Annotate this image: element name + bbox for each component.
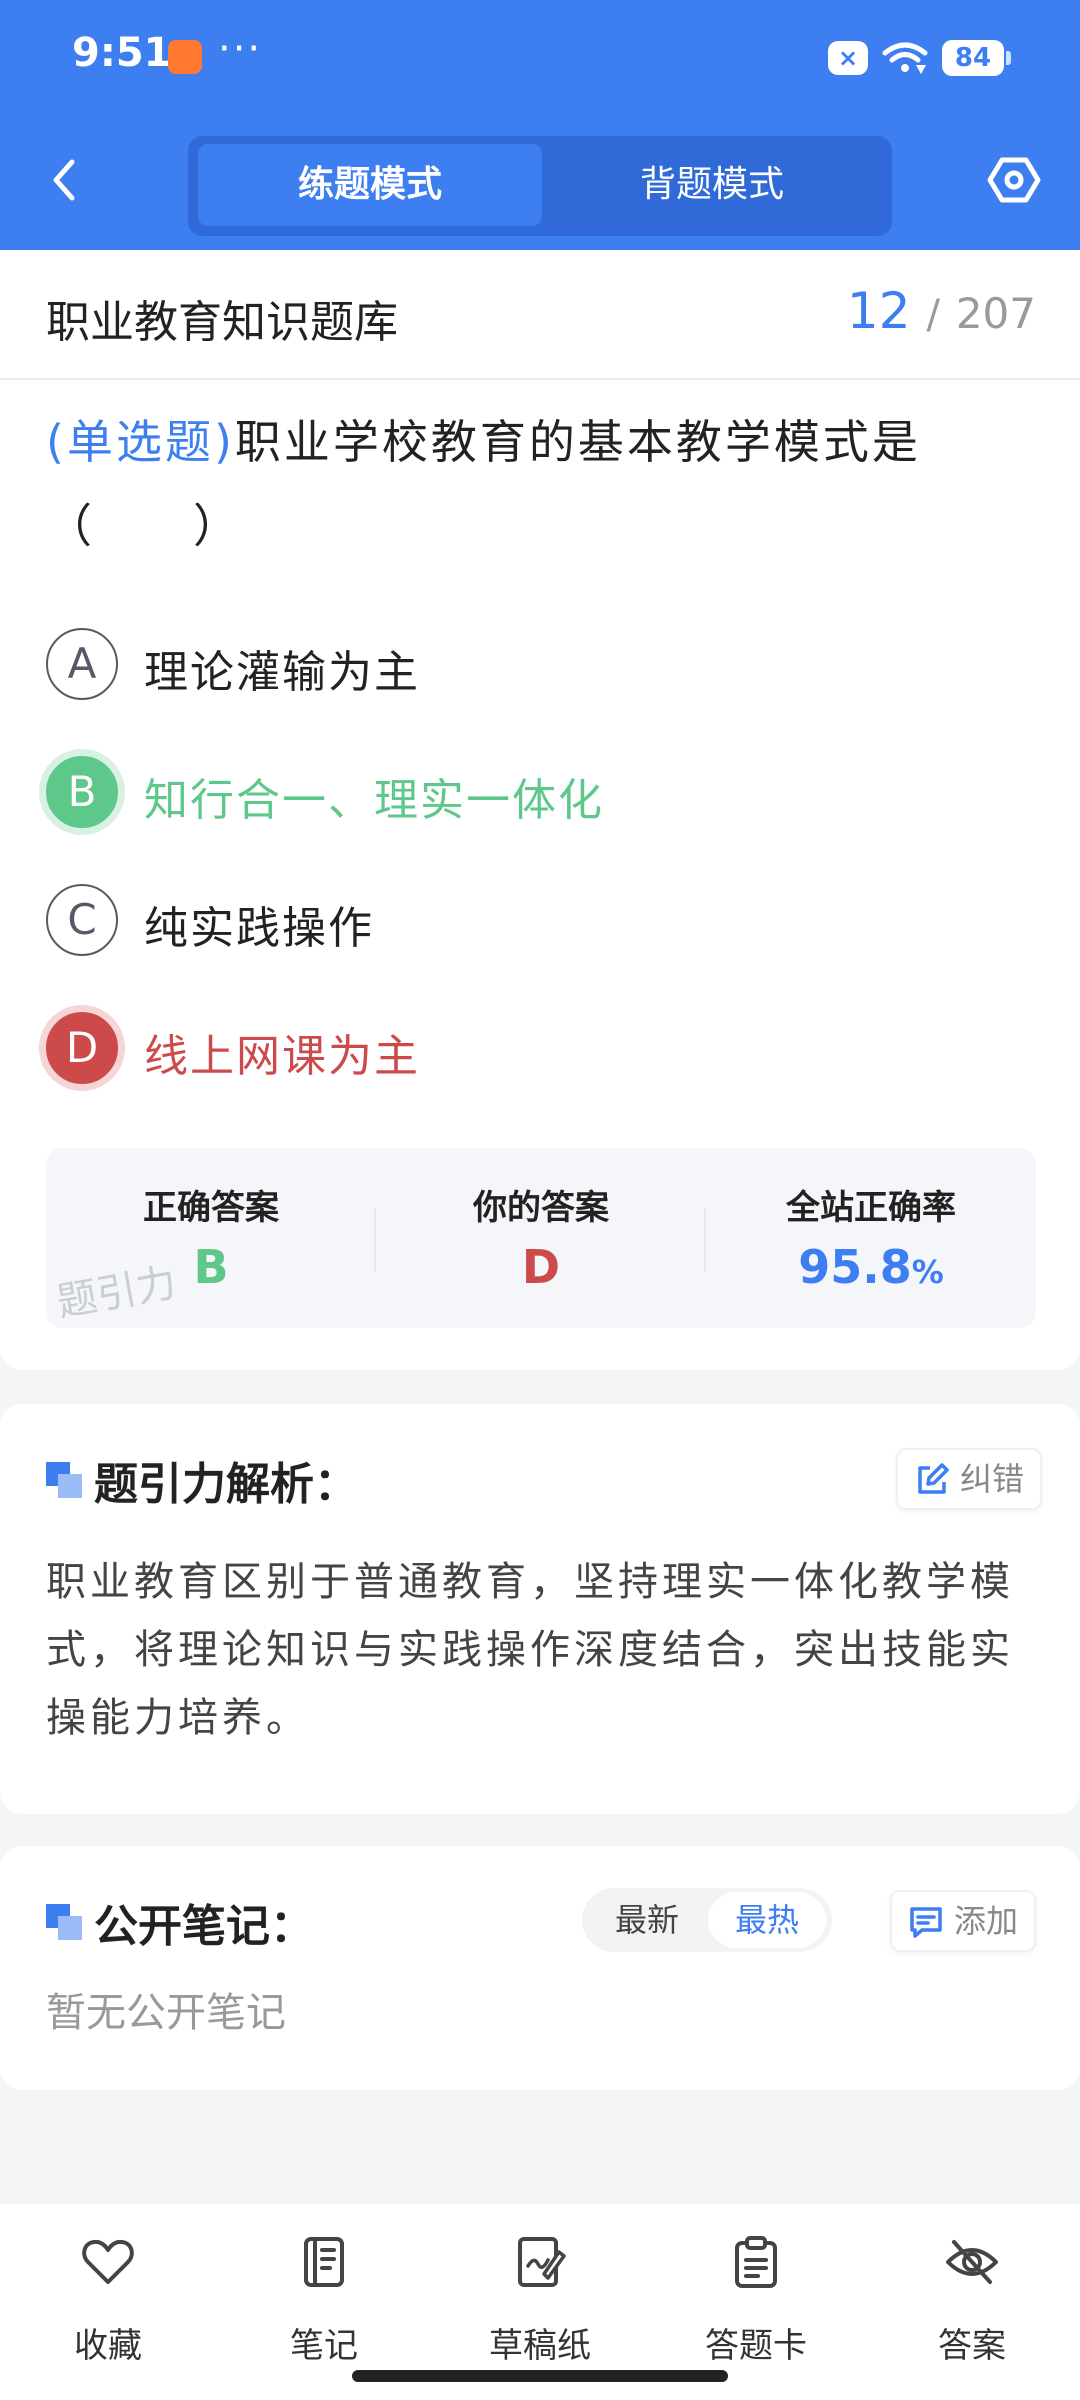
nav-notes[interactable]: 笔记: [216, 2228, 432, 2368]
back-button[interactable]: [40, 150, 90, 210]
analysis-title: 题引力解析：: [94, 1459, 358, 1510]
sort-hottest[interactable]: 最热: [708, 1892, 826, 1948]
nav-favorite[interactable]: 收藏: [0, 2228, 216, 2368]
option-letter: C: [46, 884, 118, 956]
status-bar: 9:51 ··· × 84: [0, 0, 1080, 118]
top-bar: 9:51 ··· × 84 练题模式 背题模式: [0, 0, 1080, 250]
stat-accuracy-rate: 全站正确率 95.8%: [706, 1148, 1036, 1328]
settings-button[interactable]: [986, 152, 1042, 208]
status-icons: × 84: [828, 40, 1011, 76]
draft-paper-icon: [518, 2237, 566, 2287]
notes-empty-text: 暂无公开笔记: [46, 1990, 286, 2036]
eye-off-icon: [946, 2240, 998, 2284]
nav-scratch-paper[interactable]: 草稿纸: [432, 2228, 648, 2368]
stat-label: 全站正确率: [786, 1188, 956, 1228]
battery-icon: 84: [942, 40, 1011, 76]
nav-label: 草稿纸: [489, 2326, 591, 2366]
stat-label: 正确答案: [143, 1188, 279, 1228]
no-sim-icon: ×: [828, 41, 868, 75]
option-letter: A: [46, 628, 118, 700]
question-text: (单选题)职业学校教育的基本教学模式是（ ）: [46, 400, 1036, 568]
nav-answer-sheet[interactable]: 答题卡: [648, 2228, 864, 2368]
option-text: 知行合一、理实一体化: [144, 775, 604, 826]
analysis-card: 题引力解析： 纠错 职业教育区别于普通教育，坚持理实一体化教学模式，将理论知识与…: [0, 1404, 1080, 1814]
comment-icon: [910, 1907, 942, 1938]
tab-practice-mode[interactable]: 练题模式: [198, 144, 542, 226]
current-question-number: 12: [846, 282, 911, 340]
option-text: 线上网课为主: [144, 1031, 420, 1082]
option-text: 理论灌输为主: [144, 647, 420, 698]
public-notes-card: 公开笔记： 最新 最热 添加 暂无公开笔记: [0, 1846, 1080, 2090]
nav-label: 答题卡: [705, 2326, 807, 2366]
sort-newest[interactable]: 最新: [588, 1892, 706, 1948]
section-icon: [46, 1904, 82, 1940]
report-error-button[interactable]: 纠错: [896, 1448, 1043, 1510]
progress-separator: /: [926, 292, 940, 338]
option-a[interactable]: A 理论灌输为主: [46, 626, 1036, 702]
option-b[interactable]: B 知行合一、理实一体化: [46, 754, 1036, 830]
more-notifications-icon: ···: [218, 26, 263, 72]
status-time: 9:51: [72, 30, 172, 76]
settings-hexagon-icon: [987, 157, 1041, 203]
accuracy-rate-value: 95.8%: [706, 1240, 1036, 1294]
tab-memorize-mode[interactable]: 背题模式: [540, 144, 884, 226]
mode-switch: 练题模式 背题模式: [188, 136, 892, 236]
notebook-icon: [304, 2237, 344, 2287]
nav-label: 笔记: [290, 2326, 358, 2366]
answer-stats: 正确答案 B 你的答案 D 全站正确率 95.8% 题引力: [46, 1148, 1036, 1328]
nav-label: 收藏: [74, 2326, 142, 2366]
option-d[interactable]: D 线上网课为主: [46, 1010, 1036, 1086]
notes-title: 公开笔记：: [94, 1901, 314, 1952]
your-answer-value: D: [521, 1240, 561, 1294]
option-text: 纯实践操作: [144, 903, 374, 954]
question-header: 职业教育知识题库 12 / 207: [0, 250, 1080, 380]
stat-your-answer: 你的答案 D: [376, 1148, 706, 1328]
accuracy-unit: %: [911, 1253, 944, 1291]
accuracy-number: 95.8: [798, 1240, 912, 1294]
report-error-label: 纠错: [960, 1460, 1025, 1498]
heart-icon: [82, 2239, 134, 2284]
app-notification-icon: [168, 40, 202, 74]
add-note-button[interactable]: 添加: [890, 1890, 1037, 1952]
stat-label: 你的答案: [473, 1188, 609, 1228]
clipboard-icon: [735, 2236, 777, 2288]
question-progress[interactable]: 12 / 207: [847, 282, 1036, 340]
option-letter: D: [46, 1012, 118, 1084]
total-question-count: 207: [955, 289, 1036, 338]
wifi-icon: [882, 42, 928, 74]
question-bank-title: 职业教育知识题库: [46, 297, 398, 348]
notes-sort-switch: 最新 最热: [582, 1888, 832, 1952]
option-letter: B: [46, 756, 118, 828]
add-note-label: 添加: [954, 1902, 1019, 1940]
question-card: 职业教育知识题库 12 / 207 (单选题)职业学校教育的基本教学模式是（ ）…: [0, 250, 1080, 1370]
section-icon: [46, 1462, 82, 1498]
home-indicator[interactable]: [352, 2370, 728, 2382]
question-type-label: (单选题): [46, 415, 235, 469]
nav-label: 答案: [938, 2326, 1006, 2366]
edit-icon: [918, 1463, 949, 1494]
analysis-text: 职业教育区别于普通教育，坚持理实一体化教学模式，将理论知识与实践操作深度结合，突…: [46, 1559, 1014, 1741]
option-c[interactable]: C 纯实践操作: [46, 882, 1036, 958]
chevron-left-icon: [53, 159, 75, 201]
nav-toggle-answer[interactable]: 答案: [864, 2228, 1080, 2368]
